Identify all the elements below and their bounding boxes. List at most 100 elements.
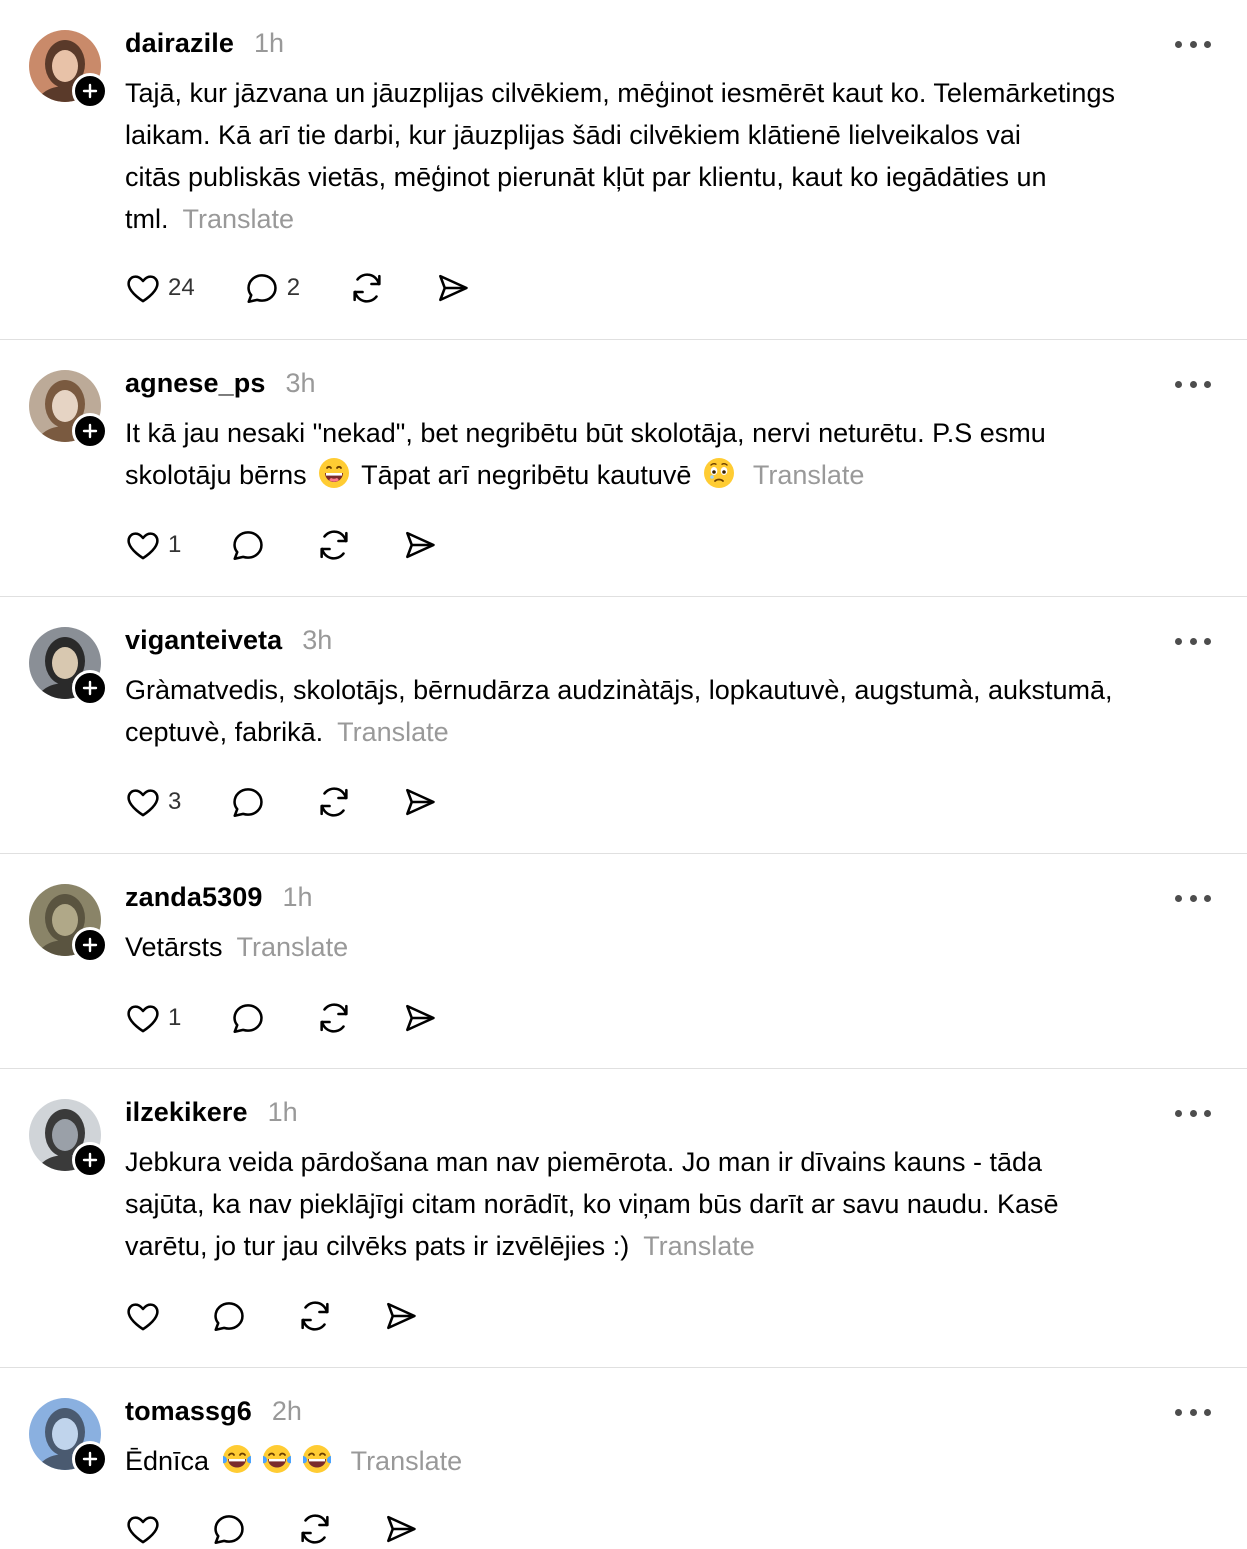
share-button[interactable] <box>382 1297 420 1335</box>
more-options-icon[interactable] <box>1175 631 1211 651</box>
username[interactable]: ilzekikere <box>125 1097 248 1128</box>
repost-button[interactable] <box>315 999 353 1037</box>
replies-feed: dairazile 1h Tajā, kur jāzvana un jāuzpl… <box>0 0 1247 1545</box>
timestamp: 3h <box>302 625 333 655</box>
like-button[interactable]: 1 <box>124 999 181 1037</box>
translate-link[interactable]: Translate <box>643 1231 755 1261</box>
post-body: It kā jau nesaki "nekad", bet negribētu … <box>125 412 1215 496</box>
more-options-icon[interactable] <box>1175 1103 1211 1123</box>
reply-icon <box>210 1510 248 1548</box>
repost-button[interactable] <box>315 526 353 564</box>
follow-plus-button[interactable] <box>72 927 108 963</box>
send-icon <box>434 269 472 307</box>
follow-plus-button[interactable] <box>72 1142 108 1178</box>
post-text: Jebkura veida pārdošana man nav piemērot… <box>125 1147 1059 1261</box>
send-icon <box>401 526 439 564</box>
username[interactable]: zanda5309 <box>125 882 262 913</box>
repost-button[interactable] <box>296 1297 334 1335</box>
repost-button[interactable] <box>348 269 386 307</box>
repost-icon <box>296 1510 334 1548</box>
avatar[interactable] <box>29 30 108 109</box>
heart-icon <box>124 269 162 307</box>
like-button[interactable] <box>124 1510 162 1548</box>
send-icon <box>382 1297 420 1335</box>
reply-button[interactable] <box>229 999 267 1037</box>
timestamp: 1h <box>282 882 313 912</box>
username[interactable]: viganteiveta <box>125 625 282 656</box>
avatar[interactable] <box>29 884 108 963</box>
joy-emoji <box>301 1443 333 1475</box>
reply-button[interactable] <box>210 1510 248 1548</box>
like-button[interactable] <box>124 1297 162 1335</box>
reply-icon <box>229 999 267 1037</box>
like-count: 3 <box>168 788 182 815</box>
post: ilzekikere 1h Jebkura veida pārdošana ma… <box>0 1069 1247 1368</box>
avatar[interactable] <box>29 627 108 706</box>
repost-button[interactable] <box>296 1510 334 1548</box>
like-button[interactable]: 1 <box>124 526 181 564</box>
more-options-icon[interactable] <box>1175 1402 1211 1422</box>
post-body: Tajā, kur jāzvana un jāuzplijas cilvēkie… <box>125 72 1215 240</box>
post-text: Vetārsts <box>125 932 223 962</box>
reply-button[interactable]: 2 <box>243 269 300 307</box>
woozy-emoji <box>703 457 735 489</box>
timestamp: 2h <box>271 1396 302 1426</box>
follow-plus-button[interactable] <box>72 670 108 706</box>
avatar[interactable] <box>29 1398 108 1477</box>
like-count: 1 <box>168 531 182 558</box>
repost-icon <box>315 999 353 1037</box>
translate-link[interactable]: Translate <box>237 932 349 962</box>
share-button[interactable] <box>401 999 439 1037</box>
reply-icon <box>243 269 281 307</box>
username[interactable]: dairazile <box>125 28 234 59</box>
plus-icon <box>82 83 98 99</box>
translate-link[interactable]: Translate <box>351 1446 463 1476</box>
reply-button[interactable] <box>229 526 267 564</box>
share-button[interactable] <box>401 783 439 821</box>
reply-button[interactable] <box>229 783 267 821</box>
send-icon <box>401 783 439 821</box>
send-icon <box>401 999 439 1037</box>
reply-icon <box>229 783 267 821</box>
more-options-icon[interactable] <box>1175 374 1211 394</box>
timestamp: 1h <box>267 1097 298 1127</box>
share-button[interactable] <box>382 1510 420 1548</box>
follow-plus-button[interactable] <box>72 73 108 109</box>
post: agnese_ps 3h It kā jau nesaki "nekad", b… <box>0 340 1247 597</box>
like-count: 1 <box>168 1004 182 1031</box>
translate-link[interactable]: Translate <box>753 460 865 490</box>
plus-icon <box>82 1152 98 1168</box>
post-body: Jebkura veida pārdošana man nav piemērot… <box>125 1141 1215 1267</box>
repost-button[interactable] <box>315 783 353 821</box>
heart-icon <box>124 1510 162 1548</box>
translate-link[interactable]: Translate <box>183 204 295 234</box>
avatar[interactable] <box>29 1099 108 1178</box>
reply-button[interactable] <box>210 1297 248 1335</box>
more-options-icon[interactable] <box>1175 888 1211 908</box>
plus-icon <box>82 1451 98 1467</box>
share-button[interactable] <box>434 269 472 307</box>
like-button[interactable]: 24 <box>124 269 195 307</box>
post-text: Gràmatvedis, skolotājs, bērnudārza audzi… <box>125 675 1113 747</box>
more-options-icon[interactable] <box>1175 34 1211 54</box>
plus-icon <box>82 937 98 953</box>
avatar[interactable] <box>29 370 108 449</box>
follow-plus-button[interactable] <box>72 413 108 449</box>
post: dairazile 1h Tajā, kur jāzvana un jāuzpl… <box>0 0 1247 340</box>
heart-icon <box>124 526 162 564</box>
share-button[interactable] <box>401 526 439 564</box>
heart-icon <box>124 999 162 1037</box>
repost-icon <box>315 783 353 821</box>
post-text-continued: Tāpat arī negribētu kautuvē <box>361 460 692 490</box>
translate-link[interactable]: Translate <box>337 717 449 747</box>
username[interactable]: tomassg6 <box>125 1396 252 1427</box>
timestamp: 3h <box>285 368 316 398</box>
post: tomassg6 2h Ēdnīca Translate <box>0 1368 1247 1545</box>
plus-icon <box>82 680 98 696</box>
send-icon <box>382 1510 420 1548</box>
username[interactable]: agnese_ps <box>125 368 265 399</box>
like-button[interactable]: 3 <box>124 783 181 821</box>
joy-emoji <box>221 1443 253 1475</box>
repost-icon <box>296 1297 334 1335</box>
follow-plus-button[interactable] <box>72 1441 108 1477</box>
